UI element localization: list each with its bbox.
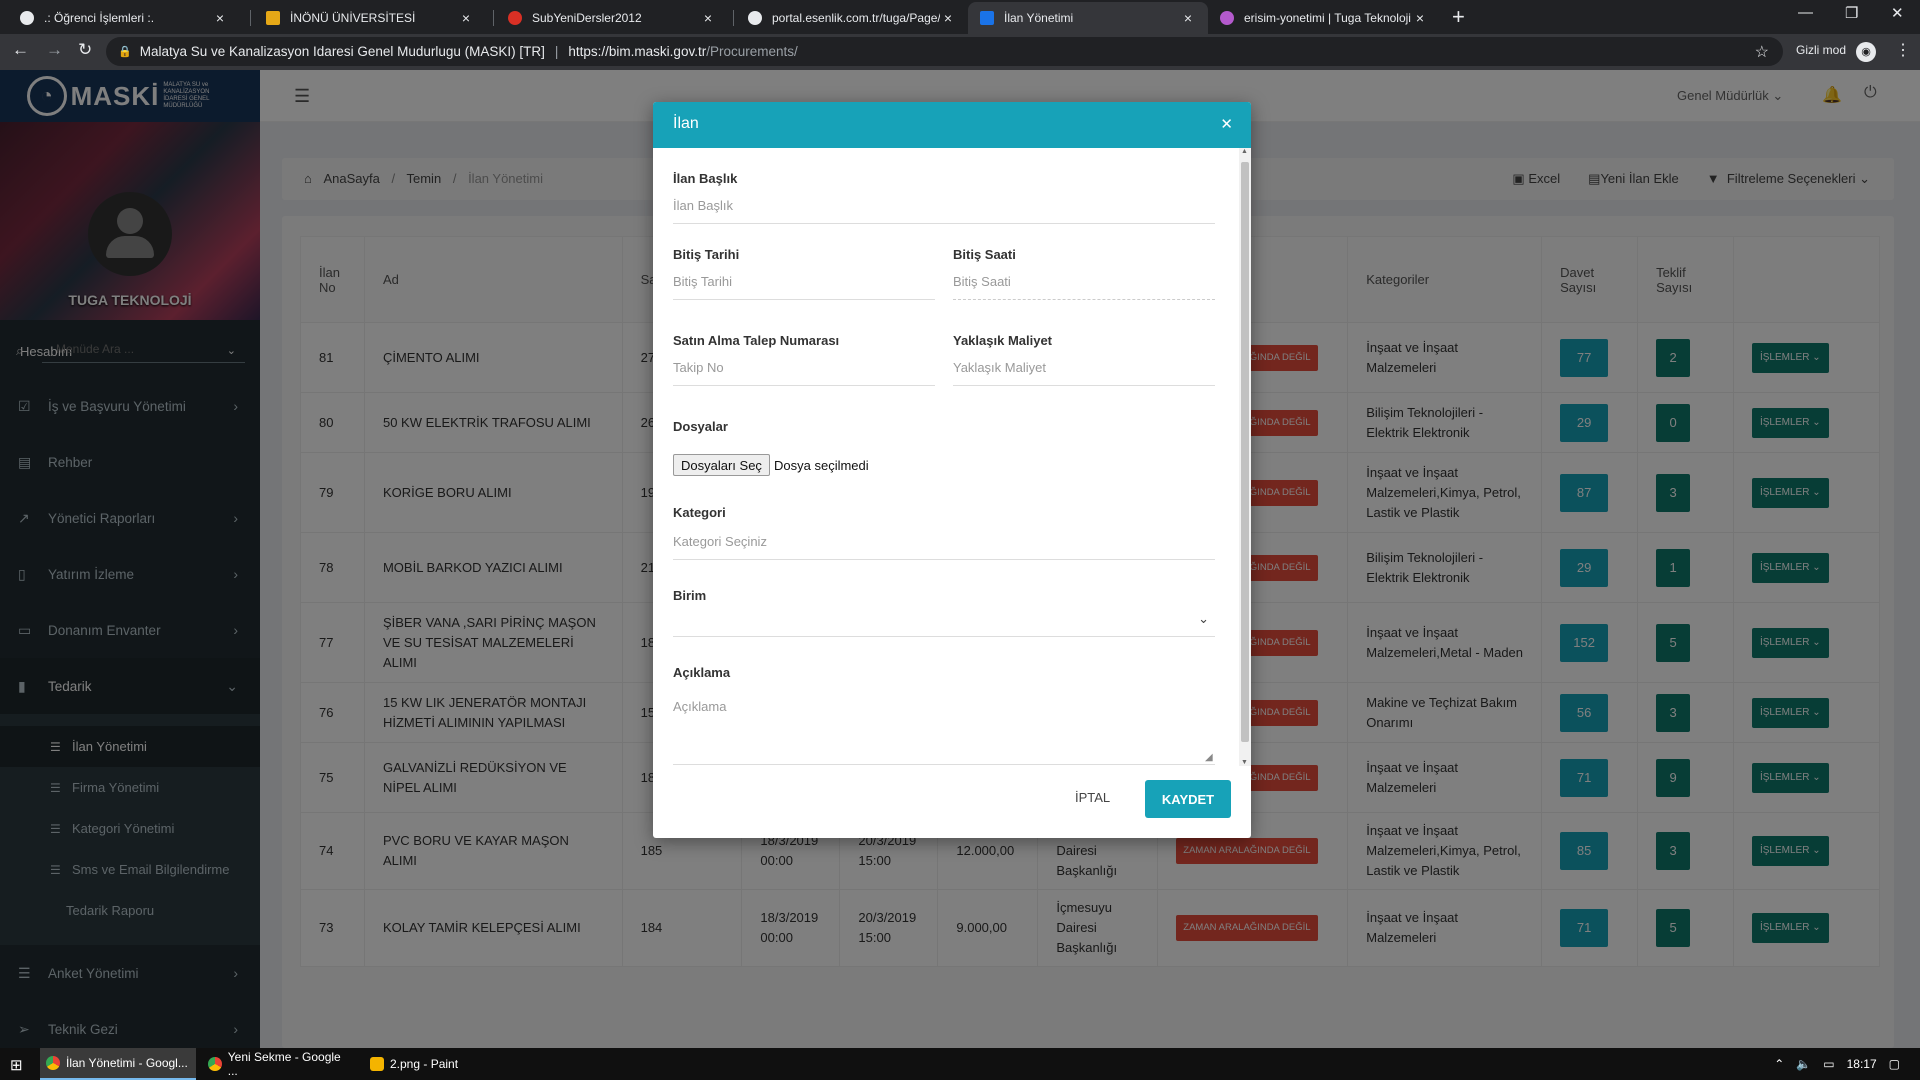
bitis-tarihi-input[interactable]	[673, 264, 935, 300]
taskbar-label: İlan Yönetimi - Googl...	[66, 1056, 188, 1070]
restore-icon[interactable]: ❐	[1845, 4, 1858, 22]
kategori-label: Kategori	[673, 505, 726, 520]
maliyet-label: Yaklaşık Maliyet	[953, 333, 1053, 348]
close-icon[interactable]: ×	[1180, 10, 1196, 26]
reload-icon[interactable]: ↻	[78, 40, 92, 60]
tab-strip: .: Öğrenci İşlemleri :. × İNÖNÜ ÜNİVERSİ…	[0, 0, 1920, 34]
aciklama-textarea[interactable]	[673, 695, 1215, 765]
taskbar-label: 2.png - Paint	[390, 1057, 459, 1071]
chrome-icon	[46, 1056, 60, 1070]
taskbar-item-chrome-new[interactable]: Yeni Sekme - Google ...	[202, 1048, 358, 1080]
address-bar[interactable]: 🔒 Malatya Su ve Kanalizasyon Idaresi Gen…	[106, 37, 1783, 66]
site-icon	[266, 11, 280, 25]
modal-scrollbar[interactable]: ▲ ▼	[1239, 148, 1251, 766]
bitis-saati-input[interactable]	[953, 264, 1215, 300]
kategori-input[interactable]	[673, 524, 1215, 560]
back-arrow-icon[interactable]: ←	[12, 40, 29, 60]
tab-label: İlan Yönetimi	[1004, 11, 1074, 25]
modal-title: İlan	[673, 115, 699, 132]
close-icon[interactable]: ×	[940, 10, 956, 26]
slack-icon	[1220, 11, 1234, 25]
lock-icon: 🔒	[118, 46, 132, 58]
scroll-down-icon[interactable]: ▼	[1241, 759, 1248, 766]
clock[interactable]: 18:17	[1847, 1057, 1877, 1071]
taskbar-item-paint[interactable]: 2.png - Paint	[364, 1048, 514, 1080]
chevron-up-icon[interactable]: ⌃	[1774, 1057, 1784, 1071]
ilan-modal: İlan ✕ İlan Başlık Bitiş Tarihi Bitiş Sa…	[653, 102, 1251, 838]
file-choose-button[interactable]: Dosyaları Seç	[673, 454, 770, 476]
modal-body: İlan Başlık Bitiş Tarihi Bitiş Saati Sat…	[653, 148, 1239, 766]
tab-label: portal.esenlik.com.tr/tuga/Page/S	[772, 11, 940, 25]
modal-footer: İPTAL KAYDET	[653, 766, 1251, 838]
browser-toolbar: ← → ↻ 🔒 Malatya Su ve Kanalizasyon Idare…	[0, 34, 1920, 70]
maliyet-input[interactable]	[953, 350, 1215, 386]
close-icon[interactable]: ×	[458, 10, 474, 26]
browser-tab-ogrenci[interactable]: .: Öğrenci İşlemleri :. ×	[8, 2, 240, 34]
site-icon	[508, 11, 522, 25]
speaker-icon[interactable]: 🔈	[1796, 1057, 1811, 1071]
network-icon[interactable]: ▭	[1823, 1057, 1834, 1071]
system-tray: ⌃ 🔈 ▭ 18:17 ▢	[1774, 1057, 1900, 1071]
tab-label: SubYeniDersler2012	[532, 11, 642, 25]
info-icon	[980, 11, 994, 25]
bitis-tarihi-label: Bitiş Tarihi	[673, 247, 740, 262]
close-icon[interactable]: ×	[700, 10, 716, 26]
bookmark-star-icon[interactable]: ☆	[1755, 42, 1769, 62]
site-name: Malatya Su ve Kanalizasyon Idaresi Genel…	[139, 44, 545, 59]
minimize-icon[interactable]: —	[1798, 4, 1813, 21]
incognito-label: Gizli mod	[1796, 43, 1847, 57]
globe-icon	[20, 11, 34, 25]
scroll-up-icon[interactable]: ▲	[1241, 148, 1248, 155]
baslik-input[interactable]	[673, 188, 1215, 224]
birim-select[interactable]: ⌄	[673, 601, 1215, 637]
chevron-down-icon: ⌄	[1198, 611, 1209, 626]
talep-no-label: Satın Alma Talep Numarası	[673, 333, 840, 348]
url-host: https://bim.maski.gov.tr	[568, 44, 707, 59]
tab-label: erisim-yonetimi | Tuga Teknoloji	[1244, 11, 1411, 25]
tab-label: .: Öğrenci İşlemleri :.	[44, 11, 155, 25]
os-taskbar: ⊞ İlan Yönetimi - Googl... Yeni Sekme - …	[0, 1048, 1920, 1080]
resize-grip-icon[interactable]: ◢	[1205, 752, 1213, 763]
incognito-icon[interactable]: ◉	[1856, 42, 1876, 62]
baslik-label: İlan Başlık	[673, 171, 738, 186]
forward-arrow-icon[interactable]: →	[46, 40, 63, 60]
close-icon[interactable]: ×	[1412, 10, 1428, 26]
close-icon[interactable]: ×	[212, 10, 228, 26]
globe-icon	[748, 11, 762, 25]
aciklama-label: Açıklama	[673, 665, 731, 680]
modal-header: İlan ✕	[653, 102, 1251, 148]
dosyalar-label: Dosyalar	[673, 419, 728, 434]
scrollbar-thumb[interactable]	[1241, 162, 1249, 742]
browser-tab-subyeni[interactable]: SubYeniDersler2012 ×	[496, 2, 728, 34]
browser-tab-erisim[interactable]: erisim-yonetimi | Tuga Teknoloji ×	[1208, 2, 1440, 34]
browser-chrome: .: Öğrenci İşlemleri :. × İNÖNÜ ÜNİVERSİ…	[0, 0, 1920, 70]
taskbar-label: Yeni Sekme - Google ...	[227, 1050, 341, 1078]
window-close-icon[interactable]: ✕	[1891, 4, 1904, 22]
file-status: Dosya seçilmedi	[774, 458, 869, 473]
browser-tab-ilan[interactable]: İlan Yönetimi ×	[968, 2, 1208, 34]
save-button[interactable]: KAYDET	[1145, 780, 1231, 818]
browser-tab-inonu[interactable]: İNÖNÜ ÜNİVERSİTESİ ×	[254, 2, 486, 34]
browser-menu-icon[interactable]: ⋮	[1895, 40, 1911, 60]
bitis-saati-label: Bitiş Saati	[953, 247, 1016, 262]
url-path: /Procurements/	[706, 44, 798, 59]
windows-start-icon[interactable]: ⊞	[10, 1056, 23, 1074]
taskbar-item-chrome-ilan[interactable]: İlan Yönetimi - Googl...	[40, 1048, 196, 1080]
close-icon[interactable]: ✕	[1220, 115, 1233, 133]
tab-label: İNÖNÜ ÜNİVERSİTESİ	[290, 11, 416, 25]
notifications-icon[interactable]: ▢	[1889, 1057, 1900, 1071]
browser-tab-esenlik[interactable]: portal.esenlik.com.tr/tuga/Page/S ×	[736, 2, 968, 34]
talep-no-input[interactable]	[673, 350, 935, 386]
chrome-icon	[208, 1057, 222, 1071]
cancel-button[interactable]: İPTAL	[1075, 790, 1110, 805]
new-tab-button[interactable]: +	[1452, 4, 1465, 30]
paint-icon	[370, 1057, 384, 1071]
